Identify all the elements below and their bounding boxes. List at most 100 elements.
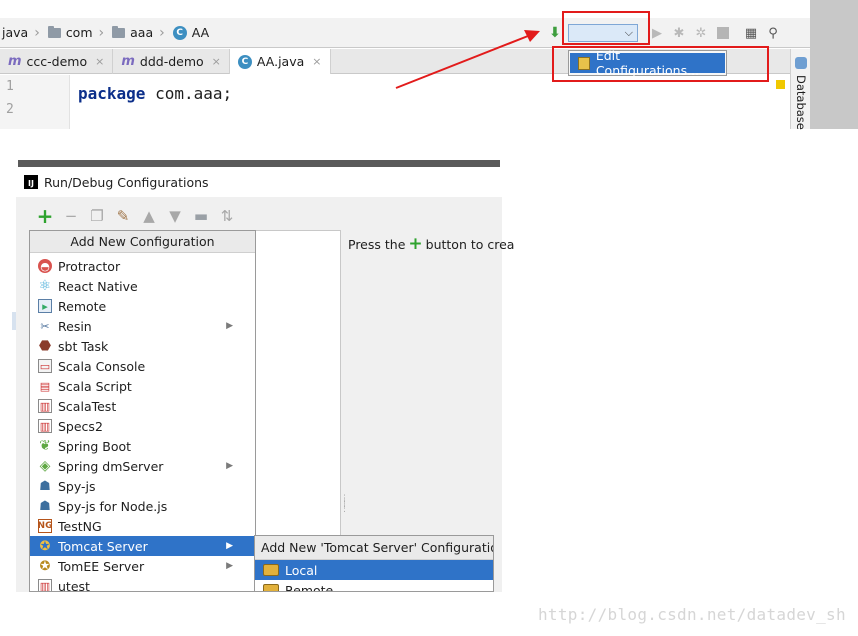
specs2-icon: ▥ bbox=[38, 419, 52, 433]
menu-item-spring-dmserver[interactable]: ◈ Spring dmServer ▶ bbox=[30, 456, 255, 476]
wrench-icon[interactable]: ✎ bbox=[110, 207, 136, 225]
warning-marker[interactable] bbox=[776, 80, 785, 89]
menu-item-scalatest[interactable]: ▥ ScalaTest bbox=[30, 396, 255, 416]
submenu-arrow-icon: ▶ bbox=[226, 461, 233, 471]
menu-item-label: ScalaTest bbox=[58, 398, 117, 414]
tomcat-icon bbox=[263, 584, 279, 591]
tab-ccc-demo[interactable]: m ccc-demo × bbox=[0, 49, 114, 74]
menu-item-spy-js[interactable]: ☗ Spy-js bbox=[30, 476, 255, 496]
project-structure-icon[interactable]: ▦ bbox=[740, 26, 762, 41]
debug-icon[interactable]: ✱ bbox=[668, 26, 690, 41]
right-background bbox=[810, 0, 858, 129]
menu-item-label: Spy-js for Node.js bbox=[58, 498, 168, 514]
breadcrumb-com[interactable]: com › bbox=[44, 18, 108, 48]
menu-item-label: Protractor bbox=[58, 258, 121, 274]
submenu-arrow-icon: ▶ bbox=[226, 321, 233, 331]
class-c-icon: C bbox=[237, 54, 252, 69]
tomcat-server-submenu: Add New 'Tomcat Server' Configuration Lo… bbox=[254, 535, 494, 592]
database-label: Database bbox=[794, 75, 808, 130]
code-keyword: package bbox=[78, 84, 146, 103]
dialog-title: Run/Debug Configurations bbox=[44, 174, 209, 190]
submenu-arrow-icon: ▶ bbox=[226, 541, 233, 551]
breadcrumb-label: aaa bbox=[130, 25, 154, 40]
menu-item-label: Spring Boot bbox=[58, 438, 132, 454]
submenu-item-remote[interactable]: Remote bbox=[255, 580, 493, 592]
utest-icon: ▥ bbox=[38, 579, 52, 592]
breadcrumb-aa[interactable]: C AA bbox=[169, 18, 213, 48]
spyjs-node-icon: ☗ bbox=[39, 498, 51, 514]
menu-item-specs2[interactable]: ▥ Specs2 bbox=[30, 416, 255, 436]
tab-label: ccc-demo bbox=[26, 54, 88, 69]
copy-icon[interactable]: ❐ bbox=[84, 207, 110, 225]
tomee-icon: ✪ bbox=[39, 558, 51, 574]
database-tool-window-tab[interactable]: Database bbox=[790, 49, 810, 130]
module-icon: m bbox=[121, 54, 135, 69]
menu-item-scala-console[interactable]: ▭ Scala Console bbox=[30, 356, 255, 376]
move-up-icon[interactable]: ▲ bbox=[136, 207, 162, 225]
menu-item-scala-script[interactable]: ▤ Scala Script bbox=[30, 376, 255, 396]
database-icon bbox=[795, 57, 807, 69]
menu-item-label: TestNG bbox=[58, 518, 102, 534]
menu-item-react-native[interactable]: ⚛ React Native bbox=[30, 276, 255, 296]
breadcrumb-aaa[interactable]: aaa › bbox=[108, 18, 169, 48]
sbt-icon: ⬣ bbox=[38, 338, 52, 354]
add-configuration-menu: Add New Configuration ◓ Protractor ⚛ Rea… bbox=[29, 230, 256, 592]
code-editor[interactable]: 1 2 package com.aaa; bbox=[0, 75, 790, 129]
empty-hint-text: Press the + button to crea bbox=[348, 234, 514, 254]
module-icon: m bbox=[8, 54, 22, 69]
menu-item-label: Scala Console bbox=[58, 358, 146, 374]
submenu-arrow-icon: ▶ bbox=[226, 561, 233, 571]
tab-aa-java[interactable]: C AA.java × bbox=[229, 49, 331, 74]
menu-item-label: Remote bbox=[58, 298, 107, 314]
menu-item-tomee-server[interactable]: ✪ TomEE Server ▶ bbox=[30, 556, 255, 576]
stop-icon[interactable] bbox=[717, 27, 729, 39]
menu-item-utest[interactable]: ▥ utest bbox=[30, 576, 255, 592]
submenu-item-label: Remote bbox=[285, 582, 334, 592]
resin-icon: ✂ bbox=[40, 319, 50, 333]
breadcrumb-label: com bbox=[65, 25, 93, 40]
breadcrumb-label: java bbox=[2, 25, 29, 40]
menu-item-spy-js-node[interactable]: ☗ Spy-js for Node.js bbox=[30, 496, 255, 516]
close-icon[interactable]: × bbox=[212, 55, 221, 68]
close-icon[interactable]: × bbox=[95, 55, 104, 68]
menu-item-label: React Native bbox=[58, 278, 138, 294]
line-number: 2 bbox=[6, 102, 14, 117]
submenu-item-local[interactable]: Local bbox=[255, 560, 493, 580]
folder-icon bbox=[47, 25, 61, 38]
menu-item-label: Scala Script bbox=[58, 378, 132, 394]
menu-item-remote[interactable]: ▸ Remote bbox=[30, 296, 255, 316]
code-line: package com.aaa; bbox=[78, 84, 232, 103]
react-icon: ⚛ bbox=[38, 278, 52, 294]
menu-item-spring-boot[interactable]: ❦ Spring Boot bbox=[30, 436, 255, 456]
tab-ddd-demo[interactable]: m ddd-demo × bbox=[113, 49, 230, 74]
menu-item-sbt-task[interactable]: ⬣ sbt Task bbox=[30, 336, 255, 356]
menu-item-label: Tomcat Server bbox=[58, 538, 148, 554]
menu-item-label: Specs2 bbox=[58, 418, 103, 434]
folder-icon bbox=[112, 25, 126, 38]
menu-item-resin[interactable]: ✂ Resin ▶ bbox=[30, 316, 255, 336]
remove-icon[interactable]: − bbox=[58, 207, 84, 225]
sort-icon[interactable]: ⇅ bbox=[214, 207, 240, 225]
close-icon[interactable]: × bbox=[312, 55, 321, 68]
menu-item-label: Resin bbox=[58, 318, 92, 334]
spring-dm-icon: ◈ bbox=[39, 458, 51, 474]
add-icon[interactable]: + bbox=[32, 204, 58, 228]
menu-item-label: Spring dmServer bbox=[58, 458, 164, 474]
menu-item-protractor[interactable]: ◓ Protractor bbox=[30, 256, 255, 276]
add-icon: + bbox=[408, 234, 423, 254]
menu-item-label: sbt Task bbox=[58, 338, 109, 354]
splitter-handle[interactable]: ⋮ ⋮ ⋮ bbox=[340, 495, 349, 514]
menu-item-testng[interactable]: NG TestNG bbox=[30, 516, 255, 536]
menu-item-tomcat-server[interactable]: ✪ Tomcat Server ▶ bbox=[30, 536, 255, 556]
watermark: http://blog.csdn.net/datadev_sh bbox=[538, 605, 846, 624]
breadcrumb-java[interactable]: java › bbox=[0, 18, 44, 48]
scalatest-icon: ▥ bbox=[38, 399, 52, 413]
scala-script-icon: ▤ bbox=[39, 379, 51, 393]
tomcat-icon: ✪ bbox=[39, 538, 51, 554]
folder-icon[interactable]: ▬ bbox=[188, 207, 214, 225]
annotation-box-edit-config bbox=[552, 46, 769, 82]
spyjs-icon: ☗ bbox=[39, 478, 51, 494]
coverage-icon[interactable]: ✲ bbox=[690, 26, 712, 41]
move-down-icon[interactable]: ▼ bbox=[162, 207, 188, 225]
search-icon[interactable]: ⚲ bbox=[762, 26, 784, 41]
